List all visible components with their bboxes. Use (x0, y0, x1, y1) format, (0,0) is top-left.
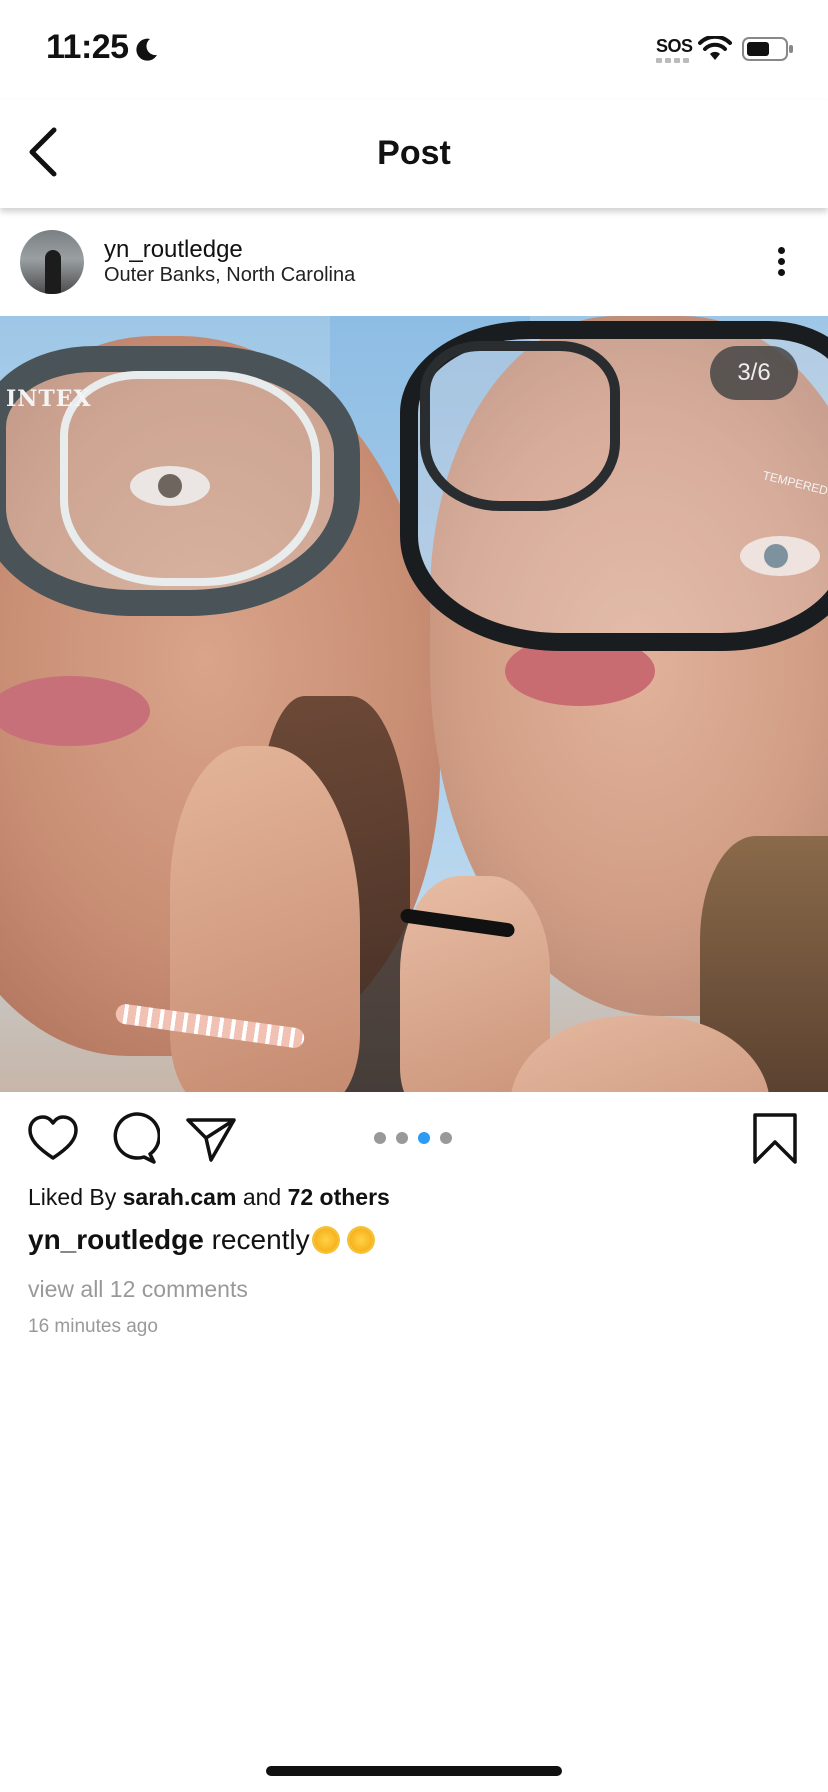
carousel-dot (374, 1132, 386, 1144)
carousel-indicator (374, 1132, 452, 1144)
home-indicator[interactable] (266, 1766, 562, 1776)
likes-summary: Liked By sarah.cam and 72 others (28, 1184, 390, 1210)
wifi-icon (698, 36, 732, 60)
status-time: 11:25 (46, 28, 129, 66)
more-options-button[interactable] (766, 244, 796, 284)
carousel-dot (396, 1132, 408, 1144)
bookmark-icon (753, 1113, 797, 1164)
sos-indicator: SOS (656, 36, 693, 56)
post-username[interactable]: yn_routledge (104, 236, 243, 264)
status-bar: 11:25 SOS (0, 0, 828, 100)
action-bar (0, 1092, 828, 1184)
post-header: yn_routledge Outer Banks, North Carolina (0, 208, 828, 316)
send-icon (186, 1118, 236, 1162)
image-counter: 3/6 (710, 346, 798, 400)
mask-brand-left: INTEX (6, 386, 92, 412)
caption: yn_routledge recently (28, 1224, 374, 1256)
post-timestamp: 16 minutes ago (28, 1316, 158, 1337)
heart-icon (28, 1115, 78, 1160)
post-location[interactable]: Outer Banks, North Carolina (104, 264, 355, 287)
sun-emoji (349, 1228, 374, 1252)
avatar[interactable] (20, 230, 84, 294)
page-title: Post (377, 134, 451, 172)
post-image[interactable]: INTEX TEMPERED 3/6 (0, 316, 828, 1092)
nav-header: Post (0, 100, 828, 208)
battery-icon (742, 37, 793, 61)
carousel-dot-active (418, 1132, 430, 1144)
share-button[interactable] (184, 1112, 238, 1166)
comment-icon (113, 1112, 161, 1164)
sun-emoji (313, 1228, 338, 1252)
signal-dots (656, 58, 689, 63)
liked-by-others[interactable]: 72 others (288, 1184, 390, 1210)
view-comments-link[interactable]: view all 12 comments (28, 1276, 248, 1303)
save-button[interactable] (748, 1112, 802, 1166)
more-vertical-icon (777, 247, 785, 254)
moon-icon (136, 38, 157, 61)
liked-by-user[interactable]: sarah.cam (123, 1184, 237, 1210)
carousel-dot (440, 1132, 452, 1144)
caption-text: recently (211, 1224, 310, 1255)
like-button[interactable] (26, 1112, 80, 1166)
comment-button[interactable] (106, 1112, 161, 1166)
caption-username[interactable]: yn_routledge (28, 1224, 204, 1255)
